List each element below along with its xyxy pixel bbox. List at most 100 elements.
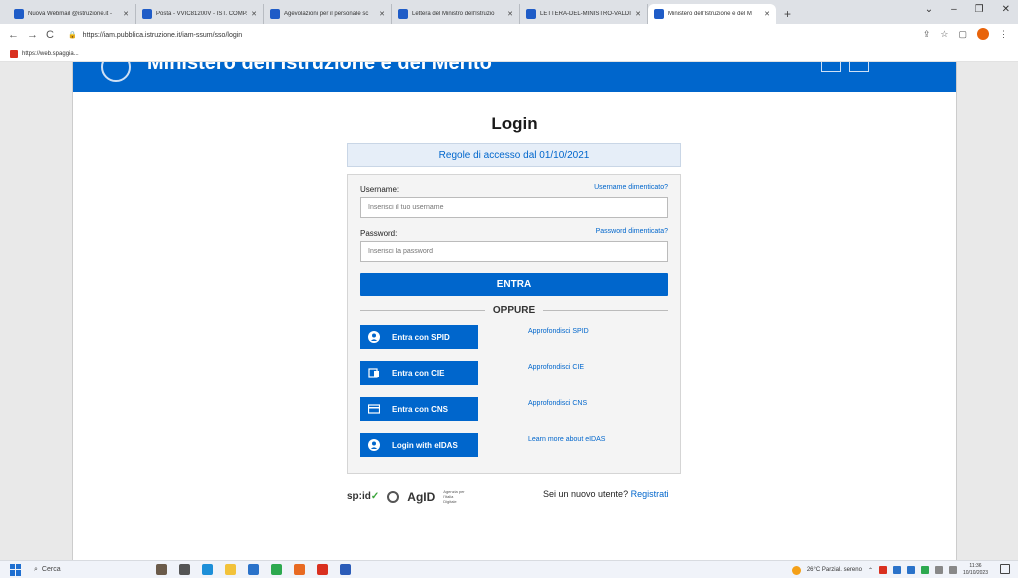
minimize-icon[interactable]: – <box>951 4 957 15</box>
task-view-icon[interactable] <box>179 564 190 575</box>
menu-icon[interactable]: ⋮ <box>999 29 1008 40</box>
login-form: Username: Username dimenticato? Password… <box>347 174 681 474</box>
star-icon[interactable]: ☆ <box>940 29 948 40</box>
bookmark-icon <box>10 49 18 58</box>
enter-button[interactable]: ENTRA <box>360 273 668 296</box>
site-icon <box>270 9 280 19</box>
cns-login-button[interactable]: Entra con CNS <box>360 397 478 421</box>
close-tab-icon[interactable]: ✕ <box>507 10 513 18</box>
ministry-header: Ministero dell'Istruzione e del Merito <box>73 62 956 92</box>
windows-start-icon[interactable] <box>10 563 22 576</box>
close-tab-icon[interactable]: ✕ <box>379 10 385 18</box>
close-tab-icon[interactable]: ✕ <box>635 10 641 18</box>
close-tab-icon[interactable]: ✕ <box>251 10 257 18</box>
site-icon <box>398 9 408 19</box>
ministry-title: Ministero dell'Istruzione e del Merito <box>147 62 492 74</box>
main-panel: Ministero dell'Istruzione e del Merito L… <box>72 62 957 560</box>
browser-tab[interactable]: Nuova Webmail @istruzione.it - ✕ <box>8 4 136 24</box>
bookmark-link[interactable]: https://web.spaggia... <box>22 51 79 57</box>
browser-tab[interactable]: Agevolazioni per il personale sc ✕ <box>264 4 392 24</box>
or-divider: OPPURE <box>360 303 669 317</box>
taskbar: ⌕ Cerca 26°C Parzial. sereno ⌃ 11:36 10/… <box>0 560 1018 578</box>
access-rules-link[interactable]: Regole di accesso dal 01/10/2021 <box>347 143 681 167</box>
sidepanel-icon[interactable]: ▢ <box>958 29 967 40</box>
acrobat-icon[interactable] <box>317 564 328 575</box>
id-card-icon <box>368 367 380 379</box>
close-tab-icon[interactable]: ✕ <box>123 10 129 18</box>
cns-info-link[interactable]: Approfondisci CNS <box>528 400 587 407</box>
chevron-up-icon[interactable]: ⌃ <box>868 567 873 574</box>
agid-subtitle: Agenzia per l'Italia Digitale <box>443 489 465 504</box>
divider-line <box>360 309 485 311</box>
taskbar-search[interactable]: ⌕ Cerca <box>34 566 144 574</box>
volume-icon[interactable] <box>948 566 957 574</box>
window-controls: ⌄ – ❐ ✕ <box>925 4 1010 15</box>
agid-logo: AgID <box>407 489 436 504</box>
register-link[interactable]: Registrati <box>631 489 669 499</box>
spid-logo: sp:id✓ <box>347 491 380 502</box>
cie-info-link[interactable]: Approfondisci CIE <box>528 364 584 371</box>
spid-info-link[interactable]: Approfondisci SPID <box>528 328 589 335</box>
profile-avatar[interactable] <box>977 28 989 40</box>
word-icon[interactable] <box>340 564 351 575</box>
browser-tab-bar: Nuova Webmail @istruzione.it - ✕ Posta - … <box>0 0 1018 24</box>
browser-tab[interactable]: Posta - VVIC81200V - IST. COMP. ✕ <box>136 4 264 24</box>
file-explorer-icon[interactable] <box>225 564 236 575</box>
search-icon: ⌕ <box>34 565 38 573</box>
clock[interactable]: 11:36 10/10/2023 <box>963 563 988 577</box>
forward-icon[interactable]: → <box>27 29 38 41</box>
browser-tab[interactable]: Lettera del Ministro dell'Istruzio ✕ <box>392 4 520 24</box>
divider-line <box>543 309 669 311</box>
user-icon <box>368 331 380 343</box>
tray-app-icon[interactable] <box>906 566 915 574</box>
site-icon <box>654 9 664 19</box>
lock-icon: 🔒 <box>67 32 77 39</box>
chrome-icon[interactable] <box>271 564 282 575</box>
firefox-icon[interactable] <box>294 564 305 575</box>
password-label: Password: <box>360 229 398 238</box>
close-icon[interactable]: ✕ <box>1002 4 1010 15</box>
tray-app-icon[interactable] <box>892 566 901 574</box>
share-icon[interactable]: ⇪ <box>923 29 931 40</box>
eidas-info-link[interactable]: Learn more about eIDAS <box>528 436 605 443</box>
site-icon <box>526 9 536 19</box>
weather-text[interactable]: 26°C Parzial. sereno <box>807 567 862 573</box>
cie-login-button[interactable]: Entra con CIE <box>360 361 478 385</box>
browser-tab-active[interactable]: Ministero dell'Istruzione e del M ✕ <box>648 4 776 24</box>
widget-icon[interactable] <box>156 564 167 575</box>
restore-icon[interactable]: ❐ <box>975 4 984 15</box>
page-background: Ministero dell'Istruzione e del Merito L… <box>0 62 1018 560</box>
new-user-prompt: Sei un nuovo utente? Registrati <box>543 489 669 499</box>
tray-app-icon[interactable] <box>878 566 887 574</box>
header-button[interactable] <box>849 62 869 72</box>
forgot-password-link[interactable]: Password dimenticata? <box>596 228 668 235</box>
eidas-login-button[interactable]: Login with eIDAS <box>360 433 478 457</box>
forgot-username-link[interactable]: Username dimenticato? <box>594 184 668 191</box>
agid-logo-icon <box>387 490 400 503</box>
header-button[interactable] <box>821 62 841 72</box>
close-tab-icon[interactable]: ✕ <box>764 10 770 18</box>
spid-login-button[interactable]: Entra con SPID <box>360 325 478 349</box>
reload-icon[interactable]: C <box>46 29 54 41</box>
user-icon <box>368 439 380 451</box>
network-icon[interactable] <box>934 566 943 574</box>
browser-tab[interactable]: LETTERA-DEL-MINISTRO-VALDI ✕ <box>520 4 648 24</box>
system-tray: 26°C Parzial. sereno ⌃ 11:36 10/10/2023 <box>791 563 988 577</box>
webmail-icon <box>14 9 24 19</box>
page-title: Login <box>491 114 538 133</box>
bookmarks-bar: https://web.spaggia... <box>0 46 1018 62</box>
notification-icon[interactable] <box>1000 564 1010 574</box>
password-input[interactable] <box>360 241 668 262</box>
new-tab-button[interactable]: + <box>776 4 799 24</box>
chevron-down-icon[interactable]: ⌄ <box>925 4 933 15</box>
mail-icon[interactable] <box>248 564 259 575</box>
toolbar-actions: ⇪ ☆ ▢ ⋮ <box>923 28 1008 40</box>
username-label: Username: <box>360 185 400 194</box>
edge-icon[interactable] <box>202 564 213 575</box>
back-icon[interactable]: ← <box>8 29 19 41</box>
username-input[interactable] <box>360 197 668 218</box>
tray-app-icon[interactable] <box>920 566 929 574</box>
pinned-apps <box>156 564 351 575</box>
partner-logos: sp:id✓ AgID Agenzia per l'Italia Digital… <box>347 489 467 504</box>
url-field[interactable]: 🔒 https://iam.pubblica.istruzione.it/iam… <box>67 31 242 40</box>
